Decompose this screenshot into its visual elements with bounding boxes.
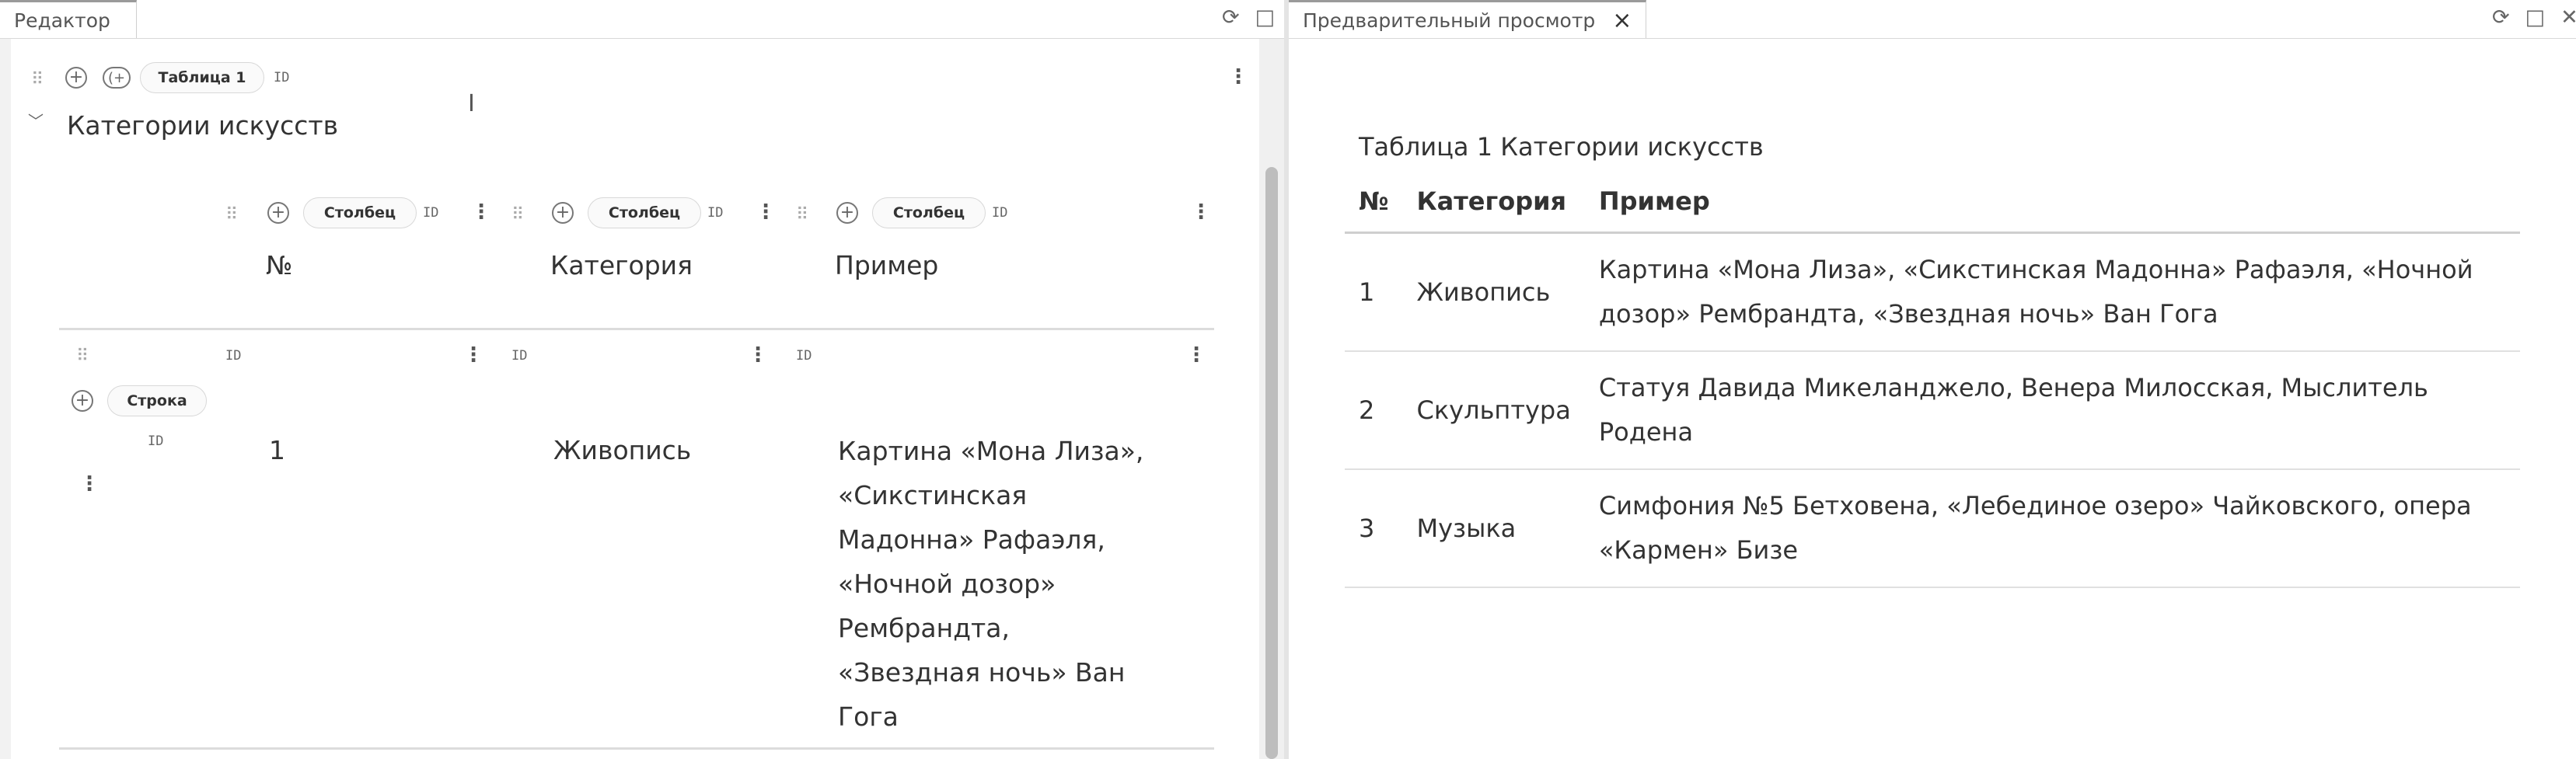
- column-pill-label: Столбец: [323, 204, 396, 221]
- id-icon[interactable]: ID: [796, 348, 812, 364]
- cell-category[interactable]: Живопись: [553, 435, 691, 465]
- row-category: Музыка: [1402, 469, 1585, 588]
- preview-tabbar: Предварительный просмотр × ⟳ □ ✕: [1289, 0, 2576, 39]
- drag-handle-icon[interactable]: ⠿: [76, 346, 89, 366]
- add-icon[interactable]: +: [72, 390, 93, 412]
- cell-example[interactable]: Картина «Мона Лиза», «Сикстинская Мадонн…: [838, 429, 1149, 739]
- more-vertical-icon[interactable]: ⋮: [1191, 202, 1211, 222]
- column-pill[interactable]: Столбец: [303, 197, 417, 228]
- more-vertical-icon[interactable]: ⋮: [471, 202, 491, 222]
- id-icon[interactable]: ID: [274, 70, 289, 85]
- tab-editor-label: Редактор: [14, 9, 110, 32]
- maximize-icon[interactable]: □: [1255, 6, 1276, 30]
- column-pill[interactable]: Столбец: [872, 197, 986, 228]
- refresh-icon[interactable]: ⟳: [2492, 6, 2510, 30]
- editor-tab-actions: ⟳ □: [1222, 6, 1275, 30]
- tab-preview-label: Предварительный просмотр: [1303, 9, 1596, 32]
- add-icon[interactable]: +: [836, 202, 858, 224]
- row-example: Статуя Давида Микеланджело, Венера Милос…: [1584, 351, 2520, 470]
- add-icon[interactable]: +: [65, 67, 87, 89]
- header-category: Категория: [1402, 177, 1585, 234]
- id-icon[interactable]: ID: [992, 205, 1007, 221]
- editor-tabbar: Редактор ⟳ □: [0, 0, 1284, 39]
- column-pill-label: Столбец: [608, 204, 681, 221]
- close-icon[interactable]: ✕: [2560, 6, 2576, 30]
- header-num: №: [1345, 177, 1403, 234]
- header-divider: [59, 328, 1214, 330]
- row-example: Симфония №5 Бетховена, «Лебединое озеро»…: [1584, 469, 2520, 588]
- id-icon[interactable]: ID: [511, 348, 527, 364]
- preview-table: № Категория Пример 1 Живопись Картина «М…: [1345, 177, 2520, 588]
- add-nested-icon[interactable]: (+: [103, 67, 131, 89]
- row-example: Картина «Мона Лиза», «Сикстинская Мадонн…: [1584, 232, 2520, 352]
- column-pill[interactable]: Столбец: [588, 197, 701, 228]
- row-pill[interactable]: Строка: [107, 385, 207, 416]
- table-heading[interactable]: Категории искусств: [67, 110, 338, 141]
- drag-handle-icon[interactable]: ⠿: [225, 205, 238, 225]
- column-pill-label: Столбец: [892, 204, 965, 221]
- refresh-icon[interactable]: ⟳: [1222, 6, 1240, 30]
- column-header-category[interactable]: Категория: [550, 250, 693, 280]
- more-vertical-icon[interactable]: ⋮: [756, 202, 776, 222]
- drag-handle-icon[interactable]: ⠿: [511, 205, 524, 225]
- table-header-row: № Категория Пример: [1345, 177, 2520, 234]
- row-num: 3: [1345, 469, 1403, 588]
- drag-handle-icon[interactable]: ⠿: [796, 205, 808, 225]
- id-icon[interactable]: ID: [225, 348, 241, 364]
- row-category: Живопись: [1402, 232, 1585, 352]
- add-icon[interactable]: +: [267, 202, 289, 224]
- maximize-icon[interactable]: □: [2525, 6, 2546, 30]
- id-icon[interactable]: ID: [148, 433, 163, 449]
- editor-panel: Редактор ⟳ □ ⠿ + (+ Таблица 1 ID ⋮ I ﹀ К…: [0, 0, 1284, 759]
- table-row: 2 Скульптура Статуя Давида Микеланджело,…: [1345, 351, 2520, 470]
- column-header-num[interactable]: №: [266, 250, 292, 280]
- preview-panel: Предварительный просмотр × ⟳ □ ✕ Таблица…: [1289, 0, 2576, 759]
- editor-content[interactable]: ⠿ + (+ Таблица 1 ID ⋮ I ﹀ Категории иску…: [0, 39, 1259, 759]
- row-divider: [59, 747, 1214, 750]
- more-vertical-icon[interactable]: ⋮: [748, 345, 768, 365]
- table-row: 3 Музыка Симфония №5 Бетховена, «Лебедин…: [1345, 469, 2520, 588]
- tab-editor[interactable]: Редактор: [0, 0, 137, 38]
- more-vertical-icon[interactable]: ⋮: [1228, 67, 1248, 87]
- column-header-example[interactable]: Пример: [835, 250, 938, 280]
- tab-preview[interactable]: Предварительный просмотр ×: [1289, 0, 1647, 38]
- table-row: 1 Живопись Картина «Мона Лиза», «Сикстин…: [1345, 232, 2520, 352]
- editor-scrollbar-thumb[interactable]: [1265, 167, 1278, 759]
- add-icon[interactable]: +: [552, 202, 574, 224]
- drag-handle-icon[interactable]: ⠿: [31, 70, 44, 89]
- row-num: 1: [1345, 232, 1403, 352]
- preview-tab-actions: ⟳ □ ✕: [2492, 6, 2576, 30]
- row-num: 2: [1345, 351, 1403, 470]
- cell-num[interactable]: 1: [269, 435, 285, 465]
- more-vertical-icon[interactable]: ⋮: [79, 474, 99, 494]
- more-vertical-icon[interactable]: ⋮: [463, 345, 483, 365]
- id-icon[interactable]: ID: [423, 205, 438, 221]
- text-cursor-icon: I: [468, 90, 475, 117]
- close-icon[interactable]: ×: [1612, 7, 1632, 34]
- more-vertical-icon[interactable]: ⋮: [1186, 345, 1206, 365]
- table-pill[interactable]: Таблица 1: [140, 62, 264, 93]
- header-example: Пример: [1584, 177, 2520, 234]
- editor-scrollbar[interactable]: [1259, 39, 1284, 759]
- id-icon[interactable]: ID: [707, 205, 723, 221]
- chevron-down-icon[interactable]: ﹀: [28, 109, 44, 131]
- row-pill-label: Строка: [127, 392, 187, 409]
- table-pill-label: Таблица 1: [158, 69, 246, 86]
- preview-caption: Таблица 1 Категории искусств: [1359, 132, 1764, 162]
- row-category: Скульптура: [1402, 351, 1585, 470]
